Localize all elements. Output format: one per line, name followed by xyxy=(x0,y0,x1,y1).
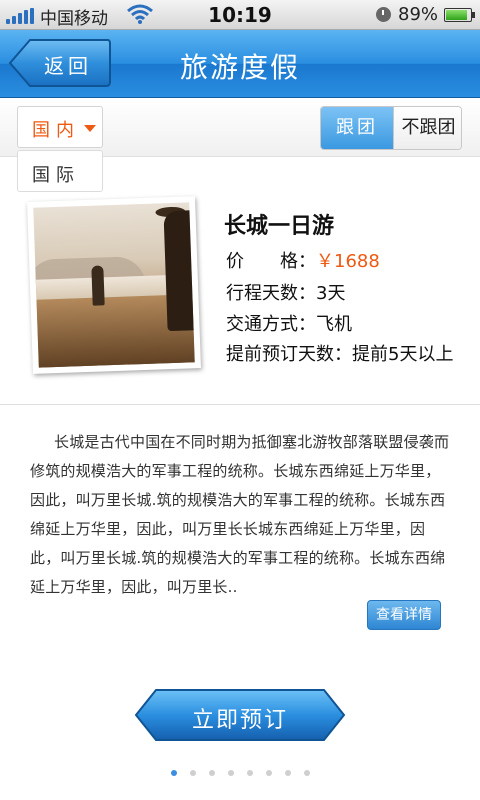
price-value: ￥1688 xyxy=(316,251,380,272)
view-details-button[interactable]: 查看详情 xyxy=(367,600,441,630)
book-now-button[interactable]: 立即预订 xyxy=(134,688,346,742)
product-name: 长城一日游 xyxy=(224,214,335,239)
book-now-label: 立即预订 xyxy=(191,708,288,733)
transport-label: 交通方式： xyxy=(226,314,316,335)
region-option-international[interactable]: 国际 xyxy=(32,161,80,187)
status-bar: 中国移动 10:19 89% xyxy=(0,0,480,30)
page-dot[interactable] xyxy=(285,770,291,776)
page-dot[interactable] xyxy=(171,770,177,776)
price-label: 价 格： xyxy=(226,251,316,272)
page-title: 旅游度假 xyxy=(179,51,300,84)
region-dropdown[interactable]: 国内 xyxy=(17,106,103,148)
advance-value: 提前5天以上 xyxy=(352,344,454,365)
tab-group-tour[interactable]: 跟团 xyxy=(321,107,393,149)
product-photo[interactable] xyxy=(27,196,201,374)
tab-independent-tour[interactable]: 不跟团 xyxy=(393,107,461,149)
product-price-row: 价 格：￥1688 xyxy=(226,247,380,273)
battery-icon xyxy=(444,8,475,22)
region-dropdown-menu: 国际 xyxy=(17,150,103,192)
days-value: 3天 xyxy=(316,283,346,304)
page-dot[interactable] xyxy=(266,770,272,776)
battery-percent: 89% xyxy=(398,4,439,25)
page-dot[interactable] xyxy=(190,770,196,776)
product-description: 长城是古代中国在不同时期为抵御塞北游牧部落联盟侵袭而修筑的规模浩大的军事工程的统… xyxy=(30,433,450,596)
nav-bar: 返回 旅游度假 xyxy=(0,30,480,98)
page-dot[interactable] xyxy=(304,770,310,776)
product-advance-row: 提前预订天数：提前5天以上 xyxy=(226,340,453,366)
advance-label: 提前预订天数： xyxy=(226,344,352,365)
page-indicator xyxy=(0,770,480,780)
section-divider xyxy=(0,404,480,405)
product-transport-row: 交通方式：飞机 xyxy=(226,310,352,336)
tour-type-segmented-control: 跟团 不跟团 xyxy=(320,106,462,150)
page-dot[interactable] xyxy=(247,770,253,776)
days-label: 行程天数： xyxy=(226,283,316,304)
clock-icon xyxy=(376,7,391,22)
transport-value: 飞机 xyxy=(316,314,352,335)
page-dot[interactable] xyxy=(209,770,215,776)
page-dot[interactable] xyxy=(228,770,234,776)
caret-down-icon xyxy=(84,125,96,132)
product-image xyxy=(33,202,195,368)
region-dropdown-label: 国内 xyxy=(32,120,80,141)
product-days-row: 行程天数：3天 xyxy=(226,279,345,305)
